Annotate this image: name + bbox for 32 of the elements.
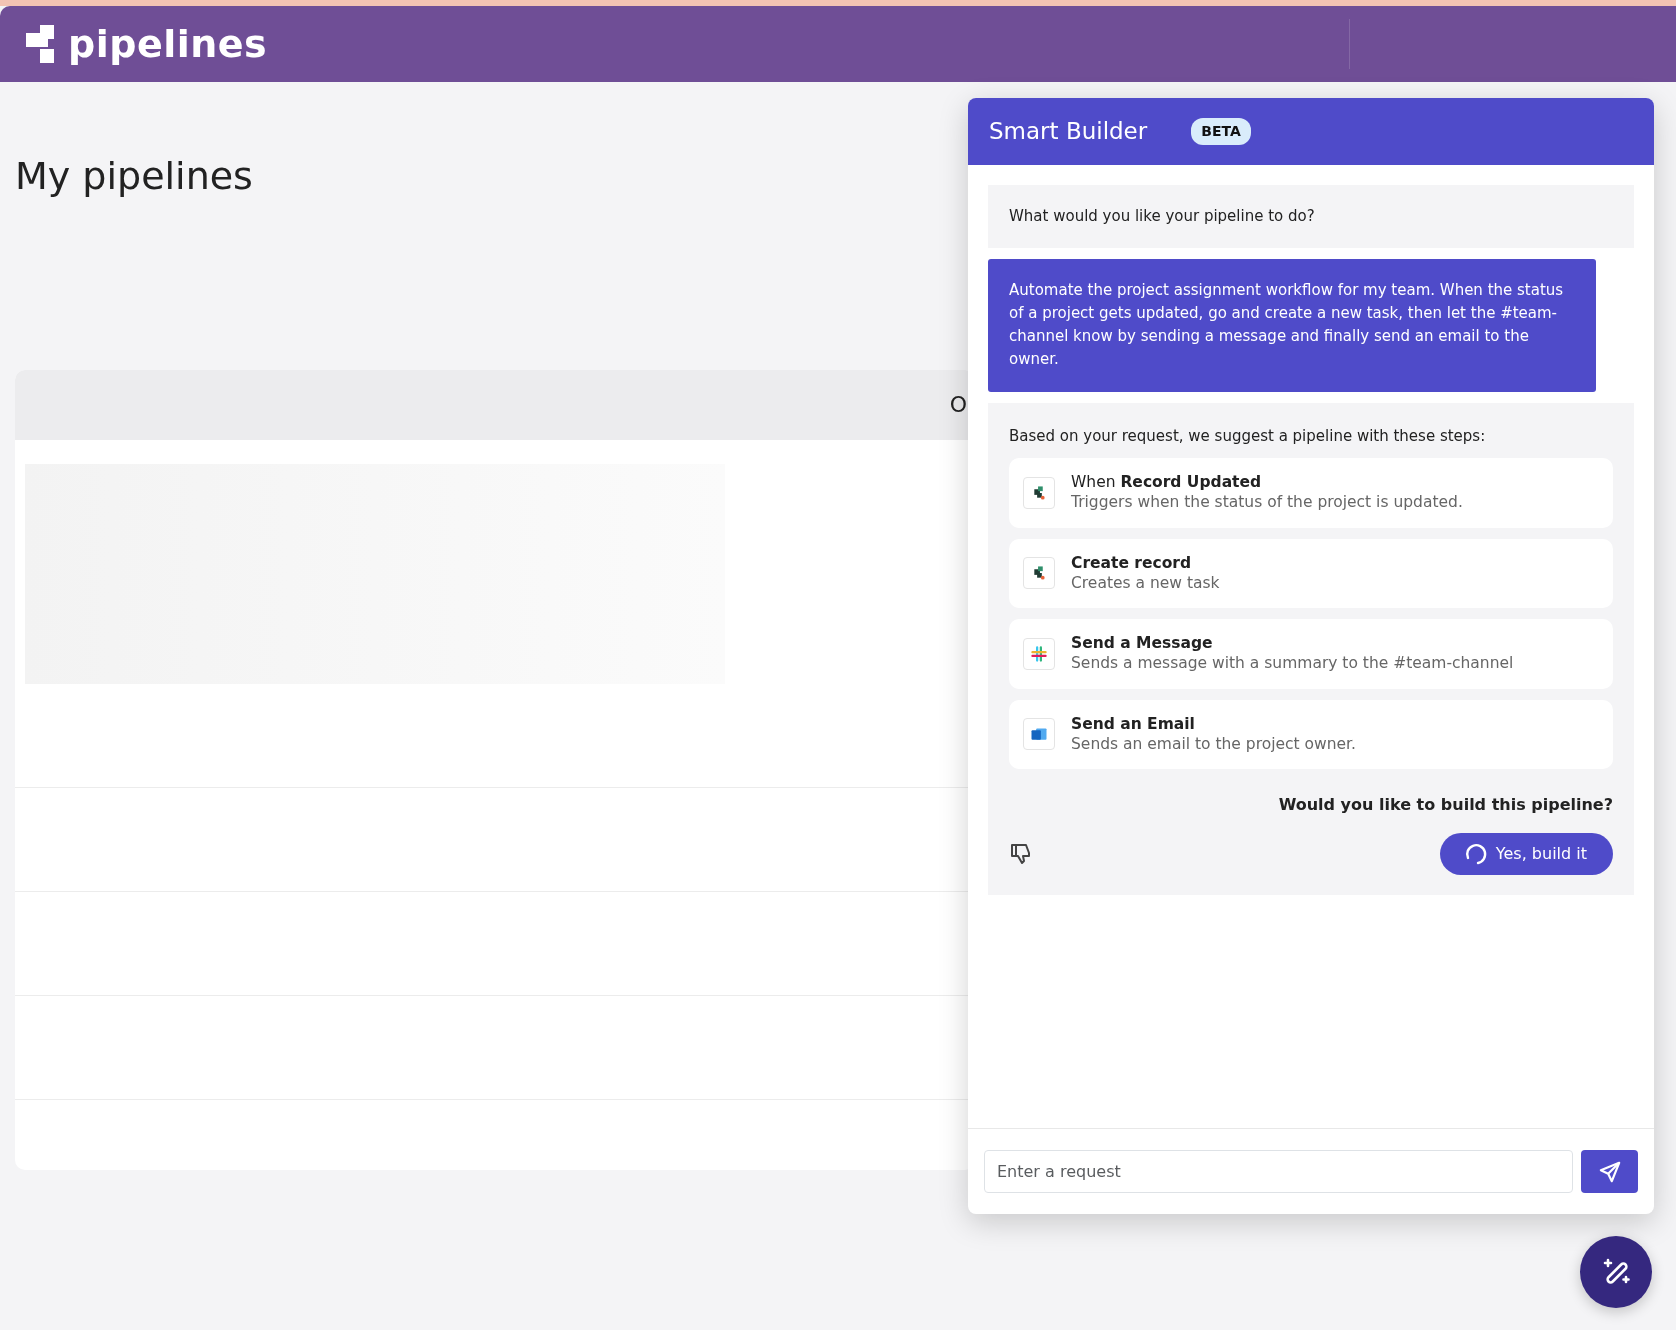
step-title: When Record Updated: [1071, 473, 1263, 493]
thumbs-down-button[interactable]: [1009, 841, 1033, 867]
step-description: Sends a message with a summary to the #team-channel: [1071, 653, 1514, 674]
build-question: Would you like to build this pipeline?: [1277, 794, 1613, 817]
step-description: Sends an email to the project owner.: [1071, 733, 1356, 755]
thumbs-down-icon: [1009, 842, 1033, 867]
step-title: Send a Message: [1071, 634, 1214, 654]
build-button[interactable]: Yes, build it: [1439, 833, 1613, 876]
suggestion-intro: Based on your request, we suggest a pipeline with these steps:: [1009, 425, 1487, 447]
mail-icon: [1023, 718, 1055, 751]
send-button[interactable]: [1581, 1150, 1638, 1193]
app-logo[interactable]: pipelines: [68, 15, 268, 73]
column-header: O: [949, 391, 967, 420]
request-input[interactable]: Enter a request: [984, 1150, 1574, 1193]
step-card[interactable]: Create record Creates a new task: [1009, 538, 1613, 609]
beta-badge: BETA: [1191, 118, 1251, 145]
page-title: My pipelines: [15, 154, 254, 200]
magic-wand-button[interactable]: [1580, 1236, 1652, 1308]
step-card[interactable]: Send a Message Sends a message with a summary to the #team-channel: [1009, 619, 1613, 689]
panel-title: Smart Builder: [989, 117, 1148, 147]
step-description: Triggers when the status of the project is updated.: [1071, 492, 1463, 513]
step-card[interactable]: Send an Email Sends an email to the project owner.: [1009, 699, 1613, 770]
assistant-message: What would you like your pipeline to do?: [988, 185, 1634, 248]
user-message: Automate the project assignment workflow for my team. When the status of a project gets updated, go and create a new task, then let the #team-channel know by sending a message and finally send an email to the owner.: [988, 258, 1596, 392]
send-icon: [1598, 1160, 1621, 1183]
record-icon: [1023, 557, 1055, 590]
step-title: Send an Email: [1071, 714, 1196, 734]
hashtag-icon: [1023, 637, 1055, 670]
record-icon: [1023, 476, 1055, 509]
step-description: Creates a new task: [1071, 572, 1220, 594]
step-card[interactable]: When Record Updated Triggers when the status of the project is updated.: [1009, 458, 1613, 528]
step-title: Create record: [1071, 553, 1193, 573]
